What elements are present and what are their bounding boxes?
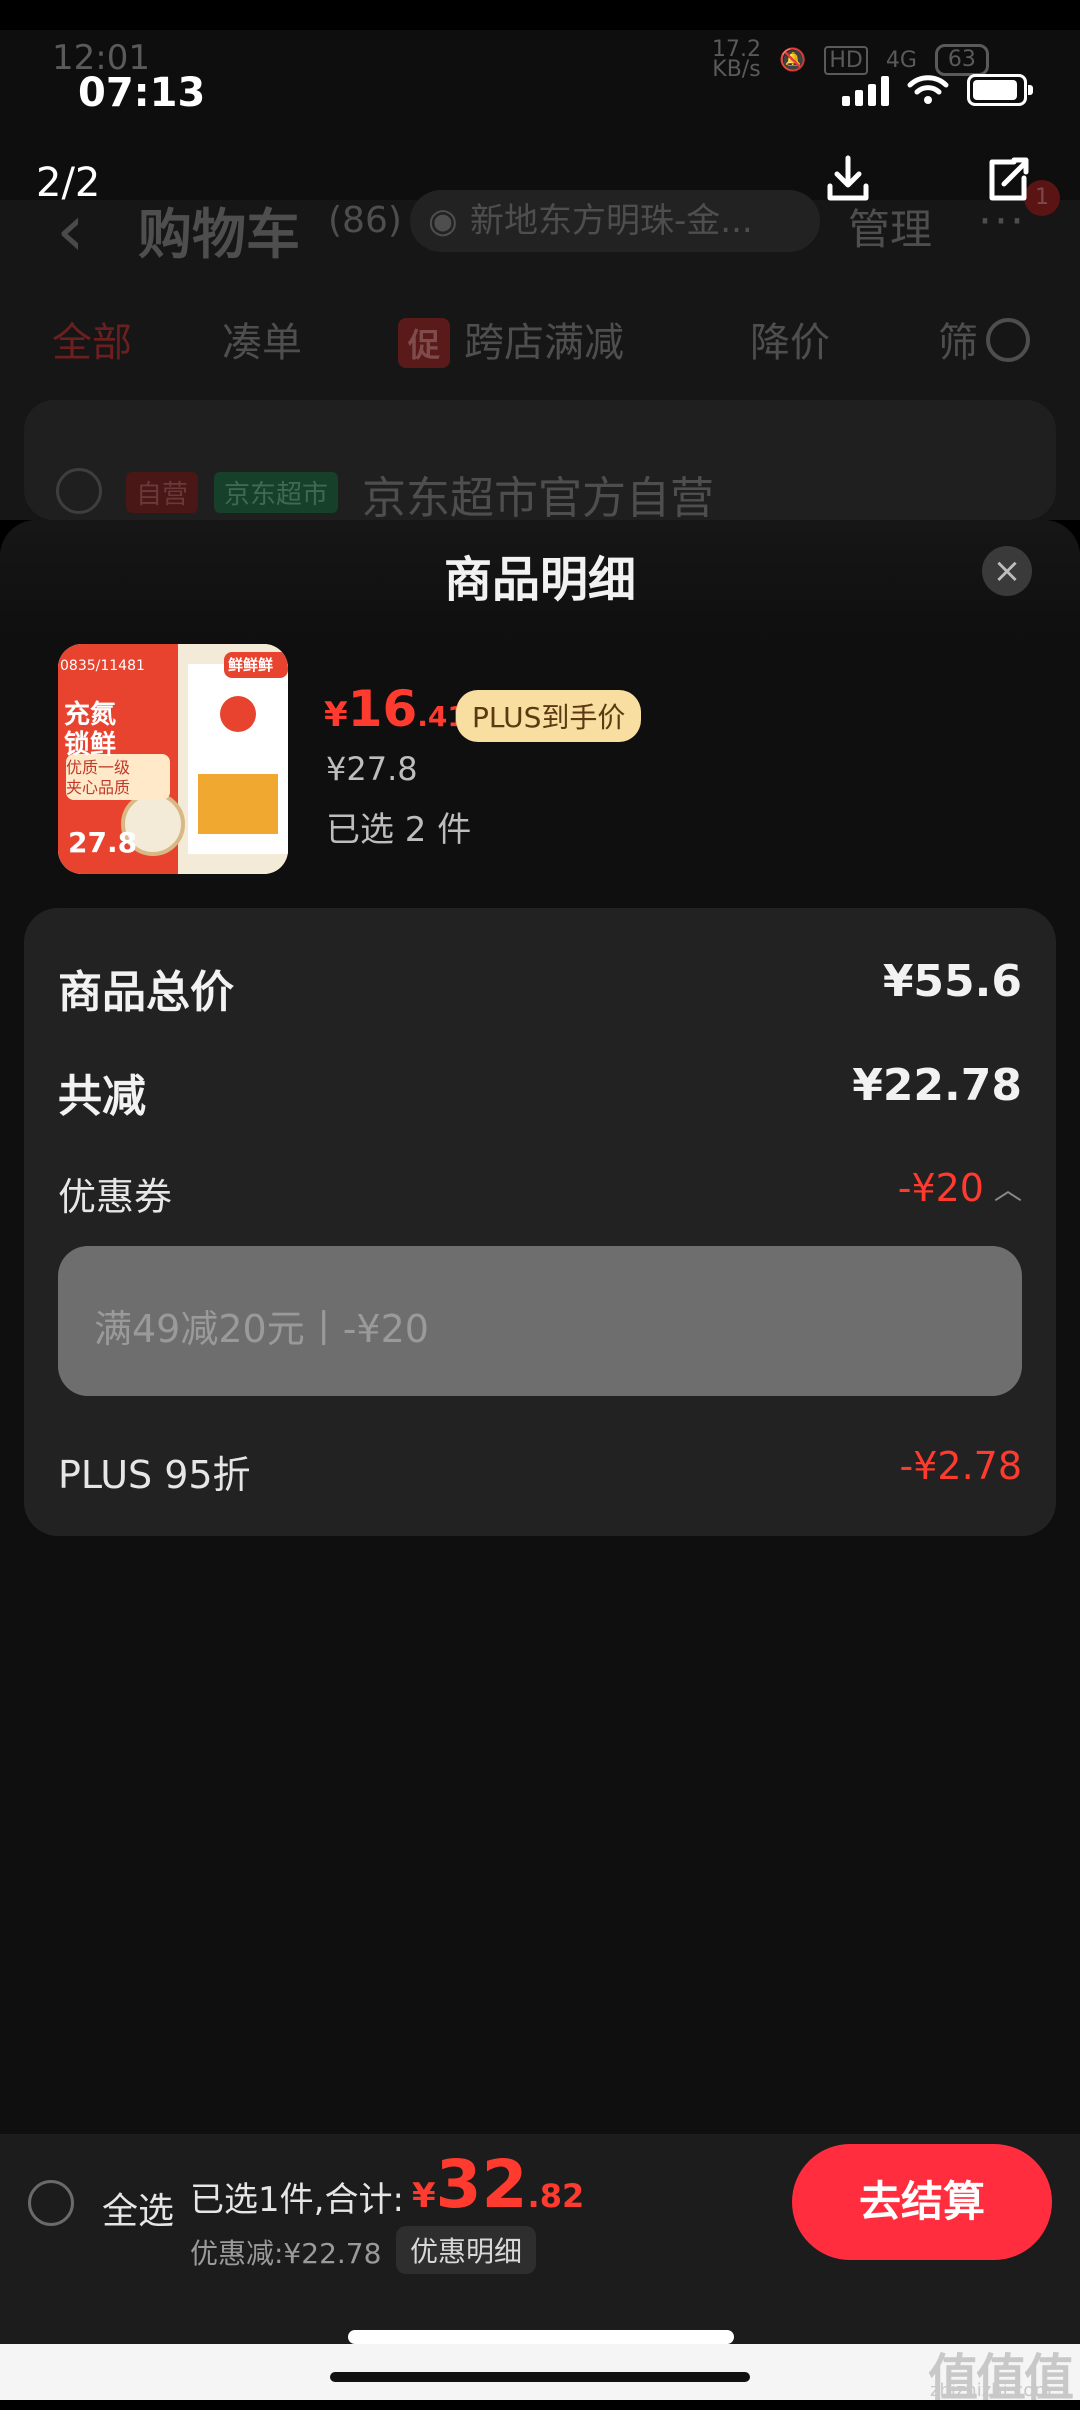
share-icon[interactable]: [984, 154, 1032, 204]
tab-cross-store-label: 跨店满减: [464, 320, 625, 366]
reduce-value: ¥22.78: [852, 1060, 1022, 1111]
discount-detail-button[interactable]: 优惠明细: [396, 2226, 537, 2274]
selected-summary: 已选1件,合计:: [190, 2180, 404, 2220]
price-integer: 16: [347, 680, 418, 738]
total-integer: 32: [435, 2146, 528, 2223]
page-indicator: 2/2: [36, 160, 101, 206]
cart-tabs: 全部 凑单 促跨店满减 降价 筛: [0, 310, 1080, 370]
product-image-quality-line2: 夹心品质: [66, 778, 131, 797]
total-amount: ¥32.82: [412, 2146, 584, 2223]
store-select-radio[interactable]: [56, 468, 102, 514]
tab-bundle[interactable]: 凑单: [222, 310, 302, 368]
chevron-up-icon: ︿: [993, 1173, 1022, 1206]
coupon-label: 优惠券: [58, 1175, 173, 1219]
product-image-quality: 优质一级 夹心品质: [66, 758, 130, 798]
status-icons: [842, 74, 1033, 106]
hd-icon: HD: [824, 45, 868, 75]
net-type: 4G: [885, 47, 917, 73]
store-name[interactable]: 京东超市官方自营: [362, 462, 714, 526]
total-currency: ¥: [412, 2176, 436, 2216]
discount-summary: 优惠减:¥22.78: [190, 2237, 382, 2270]
original-price: ¥27.8: [326, 750, 418, 788]
cart-title: 购物车: [138, 203, 300, 266]
product-price: ¥16.41: [324, 680, 467, 738]
mute-icon: 🔕: [778, 47, 807, 73]
battery-icon: [967, 74, 1033, 106]
manage-button[interactable]: 管理: [848, 196, 932, 257]
watermark-url: zhizhizhi.com: [930, 2380, 1052, 2401]
address-selector[interactable]: ◉ 新地东方明珠-金...: [410, 190, 820, 252]
net-speed: 17.2 KB/s: [712, 39, 761, 82]
product-image-price: 27.8: [68, 826, 138, 859]
price-currency: ¥: [324, 695, 348, 735]
plus-price-badge: PLUS到手价: [456, 690, 642, 742]
cart-count: (86): [328, 200, 402, 241]
checkout-button[interactable]: 去结算: [792, 2144, 1052, 2260]
product-image-fresh: 鲜鲜鲜: [228, 656, 274, 674]
home-indicator[interactable]: [348, 2330, 734, 2344]
address-text: 新地东方明珠-金...: [470, 201, 753, 241]
inner-battery: 63: [934, 44, 989, 76]
close-icon[interactable]: ×: [982, 546, 1032, 596]
promo-badge: 促: [398, 318, 451, 368]
coupon-value: -¥20: [897, 1166, 984, 1210]
select-all-label[interactable]: 全选: [102, 2182, 174, 2234]
status-time: 07:13: [78, 70, 206, 116]
selected-quantity: 已选 2 件: [326, 810, 472, 850]
self-operated-tag: 自营: [126, 472, 199, 513]
total-decimal: .82: [527, 2177, 585, 2215]
plus-discount-label: PLUS 95折: [58, 1453, 251, 1497]
product-image-headline: 充氮锁鲜: [64, 700, 117, 760]
search-icon[interactable]: [986, 318, 1030, 362]
total-price-label: 商品总价: [58, 967, 234, 1018]
supermarket-tag: 京东超市: [214, 472, 339, 513]
sheet-title: 商品明细: [443, 552, 636, 608]
total-price-value: ¥55.6: [882, 956, 1022, 1007]
tab-price-drop[interactable]: 降价: [750, 310, 830, 368]
coupon-detail-text: 满49减20元丨-¥20: [94, 1307, 429, 1351]
download-icon[interactable]: [826, 154, 870, 204]
reduce-label: 共减: [58, 1071, 146, 1122]
product-image-code: 0835/11481: [60, 658, 145, 674]
product-image[interactable]: 0835/11481 充氮锁鲜 优质一级 夹心品质 27.8 鲜鲜鲜: [58, 644, 288, 874]
tab-filter[interactable]: 筛: [938, 310, 978, 368]
viewer-top-strip: [0, 0, 1080, 30]
viewer-home-indicator: [330, 2372, 750, 2382]
signal-icon: [842, 74, 889, 106]
eye-icon: ◉: [428, 201, 458, 241]
wifi-icon: [907, 75, 949, 104]
select-all-radio[interactable]: [28, 2180, 74, 2226]
tab-all[interactable]: 全部: [52, 310, 132, 368]
coupon-toggle[interactable]: -¥20 ︿: [898, 1166, 1022, 1210]
product-image-quality-line1: 优质一级: [66, 758, 131, 777]
plus-discount-value: -¥2.78: [899, 1444, 1023, 1488]
net-speed-unit: KB/s: [712, 57, 761, 82]
tab-cross-store[interactable]: 促跨店满减: [398, 310, 624, 368]
